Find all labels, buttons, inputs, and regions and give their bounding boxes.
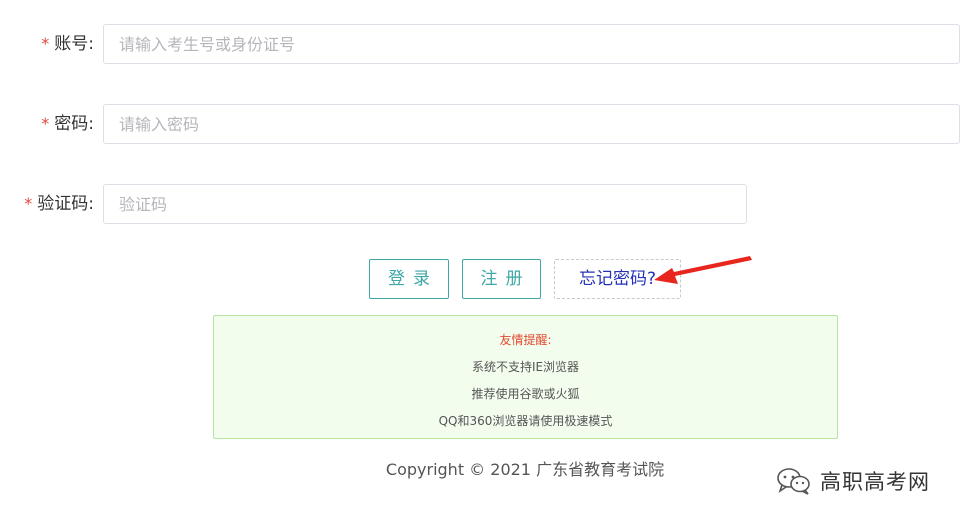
- notice-line: QQ和360浏览器请使用极速模式: [438, 414, 613, 428]
- notice-line: 系统不支持IE浏览器: [471, 360, 580, 374]
- notice-title: 友情提醒:: [499, 333, 552, 347]
- register-button[interactable]: 注册: [462, 259, 541, 299]
- password-label-text: 密码:: [54, 114, 94, 134]
- required-mark: *: [24, 194, 33, 213]
- wechat-icon: [777, 468, 810, 495]
- captcha-label-text: 验证码:: [37, 194, 94, 214]
- account-row: * 账号:: [0, 24, 960, 64]
- password-row: * 密码:: [0, 104, 960, 144]
- notice-box: 友情提醒: 系统不支持IE浏览器 推荐使用谷歌或火狐 QQ和360浏览器请使用极…: [213, 315, 838, 439]
- login-button[interactable]: 登录: [369, 259, 449, 299]
- account-label: * 账号:: [41, 24, 94, 64]
- captcha-label: * 验证码:: [24, 184, 94, 224]
- password-label: * 密码:: [41, 104, 94, 144]
- watermark-text: 高职高考网: [820, 470, 930, 494]
- account-label-text: 账号:: [54, 34, 94, 54]
- captcha-row: * 验证码:: [0, 184, 960, 224]
- notice-line: 推荐使用谷歌或火狐: [471, 387, 580, 401]
- password-input[interactable]: [103, 104, 960, 144]
- account-input[interactable]: [103, 24, 960, 64]
- captcha-input[interactable]: [103, 184, 747, 224]
- red-arrow-icon: [654, 256, 752, 284]
- required-mark: *: [41, 34, 50, 53]
- watermark: 高职高考网: [776, 466, 930, 496]
- required-mark: *: [41, 114, 50, 133]
